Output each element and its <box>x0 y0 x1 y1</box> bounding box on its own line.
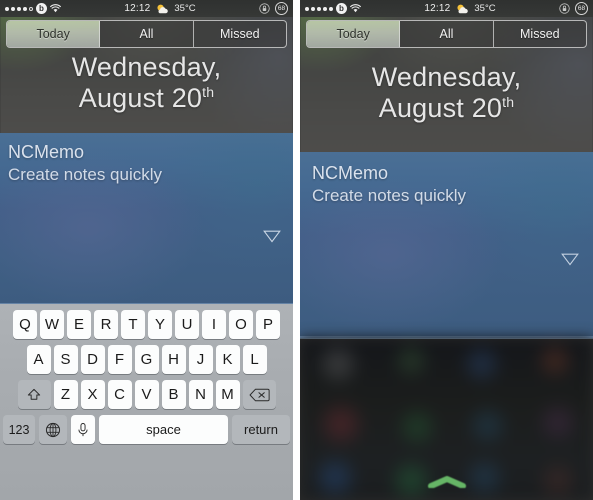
microphone-icon[interactable] <box>71 415 95 444</box>
key-x[interactable]: X <box>80 380 105 409</box>
ncmemo-widget-left[interactable]: NCMemo Create notes quickly <box>0 142 293 185</box>
key-p[interactable]: P <box>256 310 280 339</box>
key-n[interactable]: N <box>188 380 213 409</box>
ncmemo-widget-subtitle-left: Create notes quickly <box>8 165 163 184</box>
phone-screen-left: b 12:12 35°C 68 Today All Missed Wednesd… <box>0 0 293 500</box>
date-monthday-left: August 20th <box>78 83 215 114</box>
key-k[interactable]: K <box>215 345 240 374</box>
key-r[interactable]: R <box>94 310 118 339</box>
backspace-delete-icon[interactable] <box>242 380 276 409</box>
status-bar-clock-left: 12:12 <box>124 3 151 14</box>
key-o[interactable]: O <box>229 310 253 339</box>
status-bar-right-group-right: 68 <box>559 2 588 15</box>
key-c[interactable]: C <box>107 380 132 409</box>
home-grabber-chevron-icon[interactable] <box>427 475 467 488</box>
tab-missed-right[interactable]: Missed <box>494 21 586 47</box>
key-q[interactable]: Q <box>13 310 37 339</box>
date-weekday-left: Wednesday, <box>71 52 222 82</box>
key-e[interactable]: E <box>67 310 91 339</box>
shift-up-arrow-icon[interactable] <box>17 380 51 409</box>
keyboard-row-4: 123 space return <box>0 415 293 444</box>
tab-today-left[interactable]: Today <box>7 21 101 47</box>
notification-center-tab-bar-left[interactable]: Today All Missed <box>6 20 287 48</box>
widget-panel-bottom-divider-right <box>300 338 593 339</box>
key-b[interactable]: B <box>161 380 186 409</box>
rotation-lock-icon-right <box>559 3 570 14</box>
key-s[interactable]: S <box>53 345 78 374</box>
notification-center-tab-bar-right[interactable]: Today All Missed <box>306 20 587 48</box>
key-space[interactable]: space <box>99 415 228 444</box>
status-bar-right-group-left: 68 <box>259 2 288 15</box>
status-bar-center-group-right: 12:12 35°C <box>361 3 559 15</box>
wifi-icon-left <box>50 4 61 13</box>
sun-behind-cloud-icon-left <box>155 3 169 15</box>
key-z[interactable]: Z <box>53 380 78 409</box>
ncmemo-widget-subtitle-right: Create notes quickly <box>312 186 467 205</box>
ncmemo-widget-title-left: NCMemo <box>8 142 85 162</box>
date-heading-right: Wednesday, August 20th <box>300 62 593 124</box>
rotation-lock-icon-left <box>259 3 270 14</box>
status-bar-temperature-right: 35°C <box>474 3 496 14</box>
key-h[interactable]: H <box>161 345 186 374</box>
triangle-down-icon-left[interactable] <box>263 230 281 243</box>
key-l[interactable]: L <box>242 345 267 374</box>
status-bar-right: b 12:12 35°C 68 <box>300 0 593 17</box>
keyboard-row-3: Z X C V B N M <box>0 380 293 409</box>
key-g[interactable]: G <box>134 345 159 374</box>
key-numbers-123[interactable]: 123 <box>3 415 35 444</box>
battery-circle-icon-left: 68 <box>275 2 288 15</box>
tab-all-right[interactable]: All <box>400 21 494 47</box>
keyboard-row-1: Q W E R T Y U I O P <box>0 310 293 339</box>
key-return[interactable]: return <box>232 415 290 444</box>
key-d[interactable]: D <box>80 345 105 374</box>
key-v[interactable]: V <box>134 380 159 409</box>
keyboard-row-2: A S D F G H J K L <box>0 345 293 374</box>
tab-missed-left[interactable]: Missed <box>194 21 286 47</box>
key-w[interactable]: W <box>40 310 64 339</box>
tab-today-right[interactable]: Today <box>307 21 401 47</box>
sun-behind-cloud-icon-right <box>455 3 469 15</box>
status-bar-left-group-right: b <box>305 3 361 14</box>
date-ordinal-right: th <box>502 94 515 111</box>
battery-circle-icon-right: 68 <box>575 2 588 15</box>
beats-b-circle-icon-right: b <box>336 3 347 14</box>
signal-strength-dots-left <box>5 6 33 11</box>
status-bar-center-group-left: 12:12 35°C <box>61 3 259 15</box>
status-bar-left: b 12:12 35°C 68 <box>0 0 293 17</box>
wifi-icon-right <box>350 4 361 13</box>
key-i[interactable]: I <box>202 310 226 339</box>
phone-screen-right: b 12:12 35°C 68 Today All Missed Wednesd… <box>300 0 593 500</box>
dual-screenshot-container: b 12:12 35°C 68 Today All Missed Wednesd… <box>0 0 593 500</box>
key-j[interactable]: J <box>188 345 213 374</box>
ncmemo-widget-right[interactable]: NCMemo Create notes quickly <box>300 163 593 206</box>
date-ordinal-left: th <box>202 84 215 101</box>
ncmemo-widget-title-right: NCMemo <box>312 163 389 183</box>
tab-all-left[interactable]: All <box>100 21 194 47</box>
key-a[interactable]: A <box>26 345 51 374</box>
date-monthday-right: August 20th <box>378 93 515 124</box>
signal-strength-dots-right <box>305 6 333 11</box>
key-u[interactable]: U <box>175 310 199 339</box>
beats-b-circle-icon-left: b <box>36 3 47 14</box>
status-bar-temperature-left: 35°C <box>174 3 196 14</box>
date-heading-left: Wednesday, August 20th <box>0 52 293 114</box>
key-f[interactable]: F <box>107 345 132 374</box>
key-t[interactable]: T <box>121 310 145 339</box>
date-weekday-right: Wednesday, <box>371 62 522 92</box>
key-m[interactable]: M <box>215 380 240 409</box>
status-bar-left-group: b <box>5 3 61 14</box>
triangle-down-icon-right[interactable] <box>561 253 579 266</box>
onscreen-keyboard-left[interactable]: Q W E R T Y U I O P A S D F G H J K L Z … <box>0 304 293 500</box>
key-y[interactable]: Y <box>148 310 172 339</box>
globe-language-icon[interactable] <box>39 415 67 444</box>
status-bar-clock-right: 12:12 <box>424 3 451 14</box>
